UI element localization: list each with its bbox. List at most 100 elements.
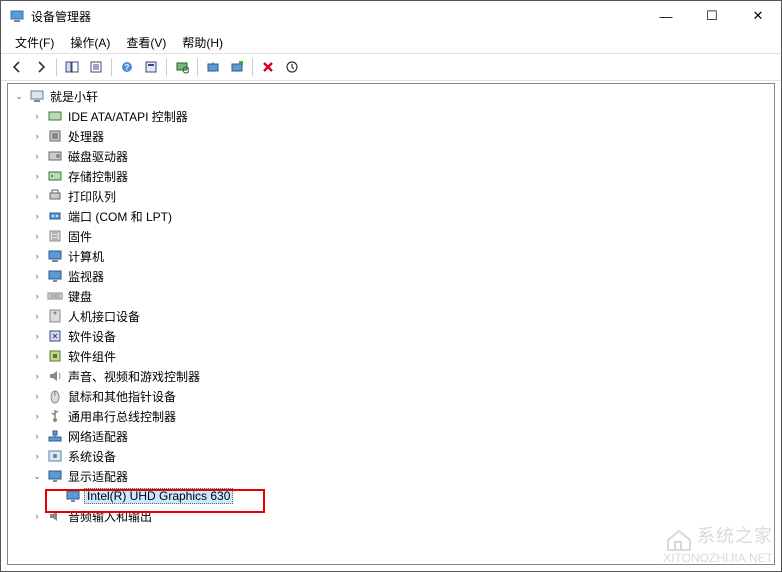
tree-node-label: 声音、视频和游戏控制器 bbox=[66, 367, 202, 386]
close-button[interactable]: ✕ bbox=[735, 1, 781, 31]
titlebar: 设备管理器 — ☐ ✕ bbox=[1, 1, 781, 31]
device-tree[interactable]: ⌄就是小轩›IDE ATA/ATAPI 控制器›处理器›磁盘驱动器›存储控制器›… bbox=[7, 83, 775, 565]
tree-node-label: 存储控制器 bbox=[66, 167, 130, 186]
tree-node-label: IDE ATA/ATAPI 控制器 bbox=[66, 107, 190, 126]
display-icon bbox=[47, 468, 63, 484]
chevron-right-icon[interactable]: › bbox=[30, 289, 44, 303]
tree-node-label: 人机接口设备 bbox=[66, 307, 142, 326]
network-icon bbox=[47, 428, 63, 444]
tree-node[interactable]: › 声音、视频和游戏控制器 bbox=[8, 366, 774, 386]
tree-node[interactable]: › 人机接口设备 bbox=[8, 306, 774, 326]
tree-node[interactable]: › 键盘 bbox=[8, 286, 774, 306]
tree-node[interactable]: ›打印队列 bbox=[8, 186, 774, 206]
tree-node-label: 鼠标和其他指针设备 bbox=[66, 387, 178, 406]
toolbar-separator bbox=[111, 58, 112, 76]
chevron-right-icon[interactable]: › bbox=[30, 329, 44, 343]
chevron-right-icon[interactable]: › bbox=[30, 449, 44, 463]
tree-node[interactable]: › 通用串行总线控制器 bbox=[8, 406, 774, 426]
tree-node-label: 计算机 bbox=[66, 247, 106, 266]
tree-node[interactable]: › IDE ATA/ATAPI 控制器 bbox=[8, 106, 774, 126]
computer-icon bbox=[29, 88, 45, 104]
tree-node[interactable]: › 鼠标和其他指针设备 bbox=[8, 386, 774, 406]
tree-node-label: 固件 bbox=[66, 227, 94, 246]
tree-node-label: 软件设备 bbox=[66, 327, 118, 346]
toolbar-separator bbox=[56, 58, 57, 76]
chevron-right-icon[interactable]: › bbox=[30, 209, 44, 223]
disk-icon bbox=[47, 148, 63, 164]
tree-node[interactable]: › 端口 (COM 和 LPT) bbox=[8, 206, 774, 226]
chevron-right-icon[interactable]: › bbox=[30, 429, 44, 443]
chevron-right-icon[interactable]: › bbox=[30, 389, 44, 403]
monitor-icon bbox=[47, 268, 63, 284]
app-icon bbox=[9, 8, 25, 24]
window-controls: — ☐ ✕ bbox=[643, 1, 781, 31]
tree-node[interactable]: › 软件组件 bbox=[8, 346, 774, 366]
menu-action[interactable]: 操作(A) bbox=[62, 32, 118, 53]
chevron-right-icon[interactable]: › bbox=[30, 249, 44, 263]
tree-node[interactable]: › 存储控制器 bbox=[8, 166, 774, 186]
ide-icon bbox=[47, 108, 63, 124]
properties-button[interactable] bbox=[84, 56, 108, 78]
tree-node[interactable]: › 音频输入和输出 bbox=[8, 506, 774, 526]
storage-icon bbox=[47, 168, 63, 184]
help-button[interactable]: ? bbox=[115, 56, 139, 78]
tree-node[interactable]: ›磁盘驱动器 bbox=[8, 146, 774, 166]
chevron-right-icon[interactable]: › bbox=[30, 369, 44, 383]
tree-node[interactable]: ›系统设备 bbox=[8, 446, 774, 466]
software-icon bbox=[47, 328, 63, 344]
chevron-right-icon[interactable]: › bbox=[30, 409, 44, 423]
uninstall-device-button[interactable] bbox=[225, 56, 249, 78]
hid-icon bbox=[47, 308, 63, 324]
chevron-right-icon[interactable]: › bbox=[30, 129, 44, 143]
chevron-right-icon[interactable]: › bbox=[30, 109, 44, 123]
chevron-right-icon[interactable]: › bbox=[30, 509, 44, 523]
chevron-down-icon[interactable]: ⌄ bbox=[30, 469, 44, 483]
tree-node-label: 就是小轩 bbox=[48, 87, 100, 106]
menu-view[interactable]: 查看(V) bbox=[118, 32, 174, 53]
gpu-icon bbox=[65, 488, 81, 504]
tree-node[interactable]: ›网络适配器 bbox=[8, 426, 774, 446]
chevron-right-icon[interactable]: › bbox=[30, 169, 44, 183]
tree-node[interactable]: ›监视器 bbox=[8, 266, 774, 286]
tree-node[interactable]: › 处理器 bbox=[8, 126, 774, 146]
tree-node[interactable]: Intel(R) UHD Graphics 630 bbox=[8, 486, 774, 506]
chevron-right-icon[interactable]: › bbox=[30, 269, 44, 283]
tree-node-label: 软件组件 bbox=[66, 347, 118, 366]
cpu-icon bbox=[47, 128, 63, 144]
chevron-right-icon[interactable]: › bbox=[30, 349, 44, 363]
scan-hardware-button[interactable] bbox=[170, 56, 194, 78]
toolbar: ? bbox=[1, 53, 781, 81]
mouse-icon bbox=[47, 388, 63, 404]
tree-node-label: 处理器 bbox=[66, 127, 106, 146]
tree-node[interactable]: › 计算机 bbox=[8, 246, 774, 266]
toolbar-separator bbox=[197, 58, 198, 76]
back-button[interactable] bbox=[5, 56, 29, 78]
tree-node-label: 端口 (COM 和 LPT) bbox=[66, 207, 174, 226]
tree-node-label: 键盘 bbox=[66, 287, 94, 306]
menu-file[interactable]: 文件(F) bbox=[7, 32, 62, 53]
update-driver-button[interactable] bbox=[201, 56, 225, 78]
tree-node[interactable]: ⌄ 就是小轩 bbox=[8, 86, 774, 106]
forward-button[interactable] bbox=[29, 56, 53, 78]
action-button[interactable] bbox=[139, 56, 163, 78]
tree-node[interactable]: ⌄显示适配器 bbox=[8, 466, 774, 486]
tree-node-label: 通用串行总线控制器 bbox=[66, 407, 178, 426]
component-icon bbox=[47, 348, 63, 364]
show-hide-console-button[interactable] bbox=[60, 56, 84, 78]
chevron-right-icon[interactable]: › bbox=[30, 189, 44, 203]
sound-icon bbox=[47, 368, 63, 384]
enable-device-button[interactable] bbox=[280, 56, 304, 78]
window-title: 设备管理器 bbox=[31, 8, 643, 25]
tree-node-label: 音频输入和输出 bbox=[66, 507, 154, 526]
menu-help[interactable]: 帮助(H) bbox=[174, 32, 231, 53]
maximize-button[interactable]: ☐ bbox=[689, 1, 735, 31]
chevron-right-icon[interactable]: › bbox=[30, 149, 44, 163]
chevron-right-icon[interactable]: › bbox=[30, 309, 44, 323]
tree-node[interactable]: › 固件 bbox=[8, 226, 774, 246]
chevron-right-icon bbox=[48, 489, 62, 503]
chevron-right-icon[interactable]: › bbox=[30, 229, 44, 243]
disable-device-button[interactable] bbox=[256, 56, 280, 78]
tree-node[interactable]: › 软件设备 bbox=[8, 326, 774, 346]
chevron-down-icon[interactable]: ⌄ bbox=[12, 89, 26, 103]
minimize-button[interactable]: — bbox=[643, 1, 689, 31]
